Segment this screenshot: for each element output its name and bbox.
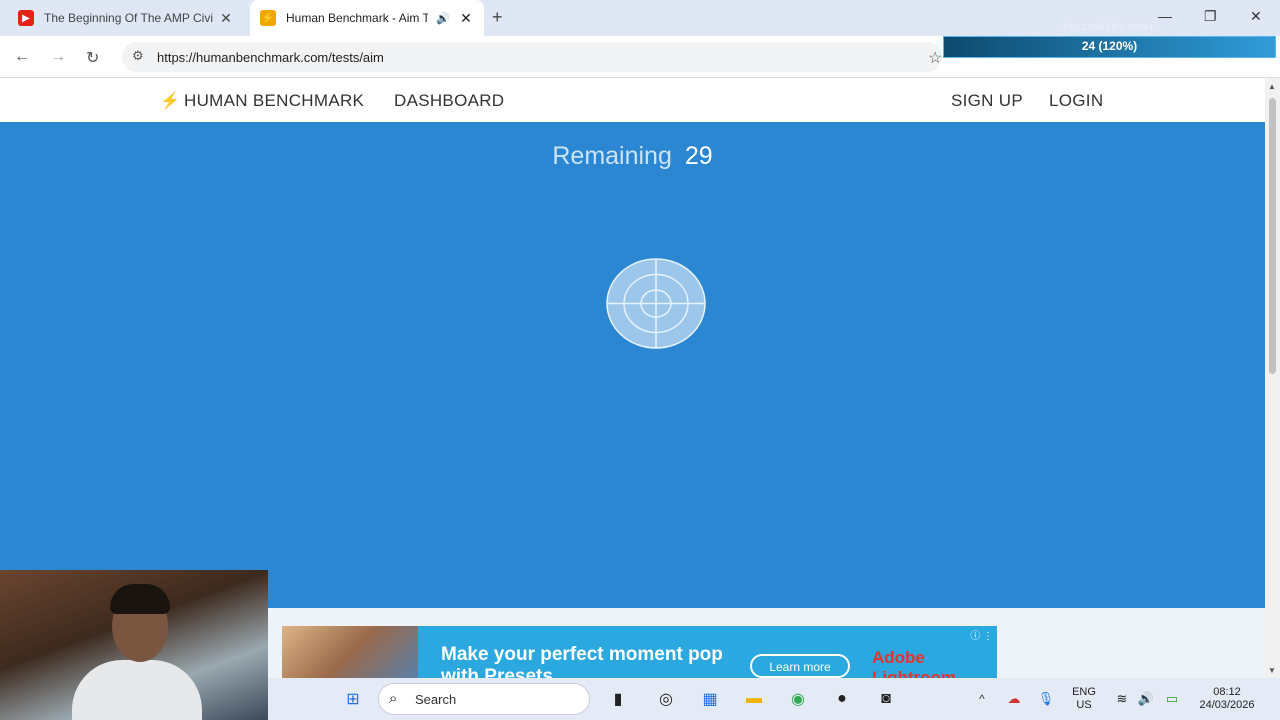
bolt-icon: ⚡ [260,10,276,26]
dell-icon[interactable]: ◎ [654,687,678,711]
dashboard-link[interactable]: DASHBOARD [394,91,504,111]
site-settings-icon[interactable]: ⚙ [132,48,144,64]
cloud-icon[interactable]: ☁ [1002,687,1026,711]
ad-brand: Adobe Lightroom [872,648,957,678]
close-icon[interactable]: ✕ [458,10,474,27]
language-indicator[interactable]: ENG US [1064,686,1104,712]
region-text: US [1076,699,1092,711]
time-text: 08:12 [1213,686,1241,698]
app-icon[interactable]: ◙ [874,687,898,711]
tab-title: Human Benchmark - Aim Tr [286,11,429,25]
brand-link[interactable]: HUMAN BENCHMARK [184,91,364,111]
clock[interactable]: 08:12 24/03/2026 [1190,686,1264,712]
scroll-thumb[interactable] [1269,98,1276,374]
chrome-icon[interactable]: ◉ [786,687,810,711]
obs-icon[interactable]: ● [830,687,854,711]
remaining-label: Remaining [552,142,672,170]
close-icon[interactable]: ✕ [218,10,234,27]
aim-test-area[interactable]: Remaining 29 [0,122,1265,608]
url-text: https://humanbenchmark.com/tests/aim [157,50,384,65]
advertisement-banner[interactable]: Make your perfect moment pop with Preset… [282,626,997,678]
file-app-icon[interactable]: ▮ [606,687,630,711]
tab-youtube[interactable]: ▶ The Beginning Of The AMP Civi ✕ [8,0,244,36]
tab-human-benchmark[interactable]: ⚡ Human Benchmark - Aim Tr 🔊 ✕ [250,0,484,36]
followers-goal-value: 24 (120%) [1081,39,1138,53]
page-scrollbar[interactable]: ▲ ▼ [1265,78,1280,678]
battery-icon[interactable]: ▭ [1160,687,1184,711]
taskbar-search-placeholder: Search [415,692,457,707]
webcam-person-body [72,660,202,720]
remaining-counter: Remaining 29 [0,142,1265,171]
followers-goal-label: FOLLOWERS GOAL [1063,22,1156,32]
aim-target[interactable] [606,258,706,349]
new-tab-button[interactable]: + [492,7,503,28]
site-header: ⚡ HUMAN BENCHMARK DASHBOARD SIGN UP LOGI… [0,78,1265,122]
address-bar[interactable]: ⚙ https://humanbenchmark.com/tests/aim [122,42,942,72]
ad-photo [282,626,418,678]
login-link[interactable]: LOGIN [1049,91,1103,111]
followers-goal-overlay: FOLLOWERS GOAL 24 (120%) [943,18,1276,60]
taskbar-search[interactable]: ⌕ Search [378,683,590,715]
date-text: 24/03/2026 [1199,699,1255,711]
ad-info-icon[interactable]: ⓘ ⋮ [970,627,993,642]
webcam-overlay [0,570,268,720]
windows-start-icon[interactable]: ⊞ [341,687,365,711]
forward-icon[interactable]: → [50,48,66,66]
youtube-icon: ▶ [18,10,34,26]
microphone-icon[interactable]: 🎙 [1034,687,1058,711]
search-icon: ⌕ [389,690,398,707]
bookmark-star-icon[interactable]: ☆ [928,48,942,68]
speaker-icon[interactable]: 🔊 [436,12,450,25]
reload-icon[interactable]: ↻ [86,48,99,68]
webcam-person-hair [110,584,170,614]
back-icon[interactable]: ← [14,48,30,66]
volume-icon[interactable]: 🔊 [1134,687,1158,711]
scroll-up-icon[interactable]: ▲ [1268,82,1276,91]
store-icon[interactable]: ▦ [698,687,722,711]
remaining-count: 29 [684,142,713,170]
windows-taskbar: ⊞ ⌕ Search ▮ ◎ ▦ ▬ ◉ ● ◙ ^ ☁ 🎙 ENG US ≋ … [268,678,1280,720]
chevron-up-icon[interactable]: ^ [970,687,994,711]
bolt-icon: ⚡ [160,93,180,110]
learn-more-button[interactable]: Learn more [750,654,850,678]
wifi-icon[interactable]: ≋ [1110,687,1134,711]
folder-icon[interactable]: ▬ [742,687,766,711]
scroll-down-icon[interactable]: ▼ [1268,666,1276,675]
tab-title: The Beginning Of The AMP Civi [44,11,213,25]
language-text: ENG [1072,686,1096,698]
ad-headline: Make your perfect moment pop with Preset… [441,644,723,678]
signup-link[interactable]: SIGN UP [951,91,1023,111]
